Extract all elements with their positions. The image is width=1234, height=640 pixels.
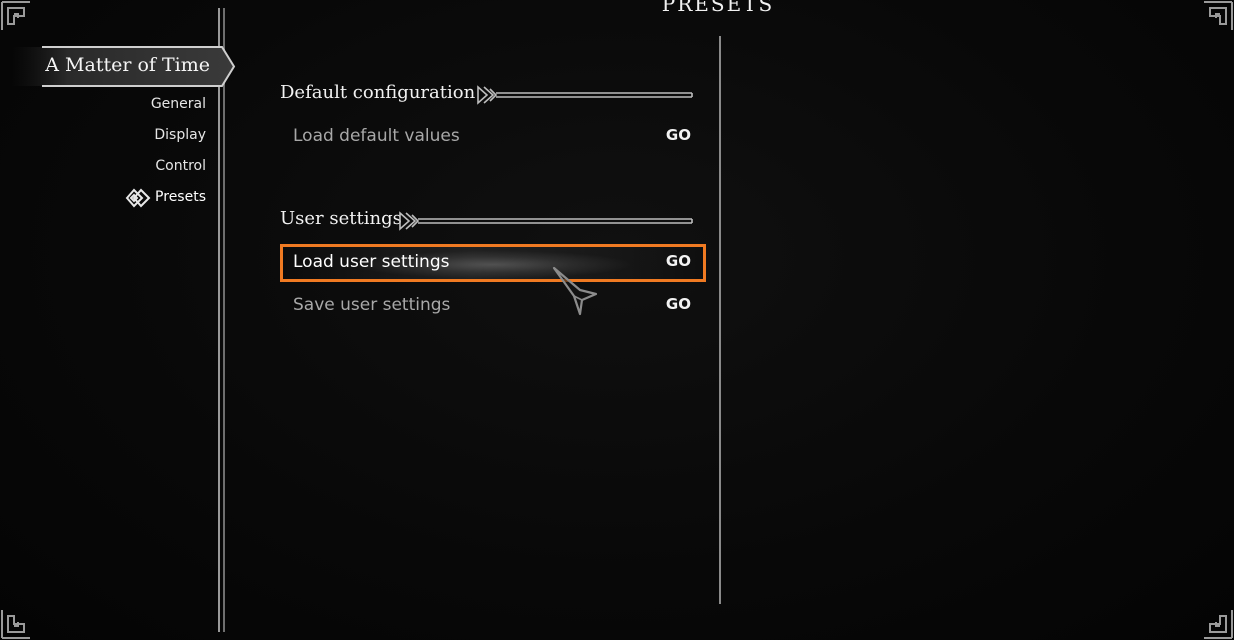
corner-ornament-top-left — [0, 0, 34, 34]
corner-ornament-icon — [1204, 610, 1233, 639]
section-title: Default configuration — [280, 82, 476, 103]
knot-icon — [124, 185, 152, 211]
sidebar-item-control[interactable]: Control — [155, 158, 206, 174]
corner-ornament-icon — [1204, 1, 1233, 30]
content-divider — [719, 36, 721, 604]
option-label: Load default values — [293, 126, 460, 146]
mod-name: A Matter of Time — [45, 54, 210, 76]
corner-ornament-icon — [1, 610, 30, 639]
section-header-user-settings: User settings — [280, 208, 694, 232]
mouse-cursor-icon — [552, 266, 604, 316]
option-save-user-settings[interactable]: Save user settings GO — [280, 287, 706, 325]
section-header-default-configuration: Default configuration — [280, 82, 694, 106]
sidebar-item-display[interactable]: Display — [154, 127, 206, 143]
section-rule-icon — [477, 85, 693, 105]
corner-ornament-icon — [1, 1, 30, 30]
corner-ornament-bottom-right — [1200, 606, 1234, 640]
go-button[interactable]: GO — [666, 126, 691, 144]
sidebar-item-presets[interactable]: Presets — [155, 189, 206, 205]
sidebar-item-general[interactable]: General — [151, 96, 206, 112]
page-title: PRESETS — [661, 0, 775, 16]
option-load-default-values[interactable]: Load default values GO — [280, 118, 706, 156]
go-button[interactable]: GO — [666, 295, 691, 313]
sidebar-divider — [218, 8, 225, 632]
option-load-user-settings[interactable]: Load user settings GO — [280, 244, 706, 282]
mod-tab-selected[interactable]: A Matter of Time — [12, 45, 236, 88]
section-rule-icon — [399, 211, 693, 231]
section-title: User settings — [280, 208, 402, 229]
option-label: Load user settings — [293, 252, 450, 272]
go-button[interactable]: GO — [666, 252, 691, 270]
option-label: Save user settings — [293, 295, 451, 315]
corner-ornament-top-right — [1200, 0, 1234, 34]
corner-ornament-bottom-left — [0, 606, 34, 640]
